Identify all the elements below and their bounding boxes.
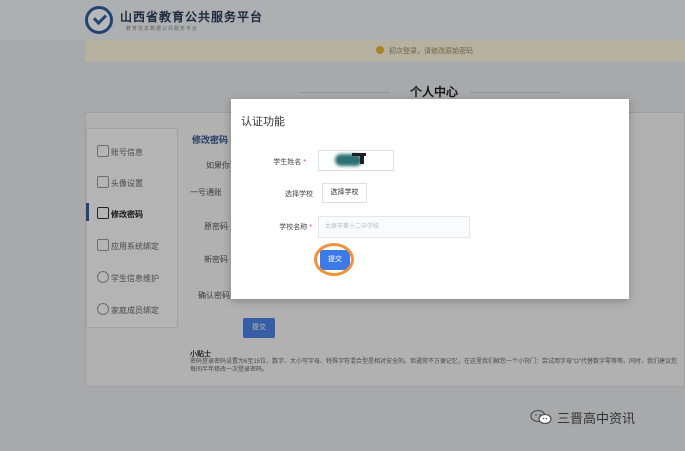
student-name-label: 学生姓名 * [273, 159, 306, 166]
highlight-circle [314, 243, 354, 276]
watermark-text: 三晋高中资讯 [557, 411, 636, 426]
wechat-icon [530, 409, 552, 425]
choose-school-label: 选择学校 [285, 191, 313, 198]
redaction-mark [360, 153, 364, 164]
dialog-title: 认证功能 [241, 116, 285, 128]
school-name-label: 学校名称 * [279, 224, 312, 231]
school-name-field[interactable]: 太原市第十二中学校 [318, 216, 470, 238]
choose-school-button[interactable]: 选择学校 [322, 183, 367, 203]
auth-dialog: 认证功能 [231, 99, 629, 299]
